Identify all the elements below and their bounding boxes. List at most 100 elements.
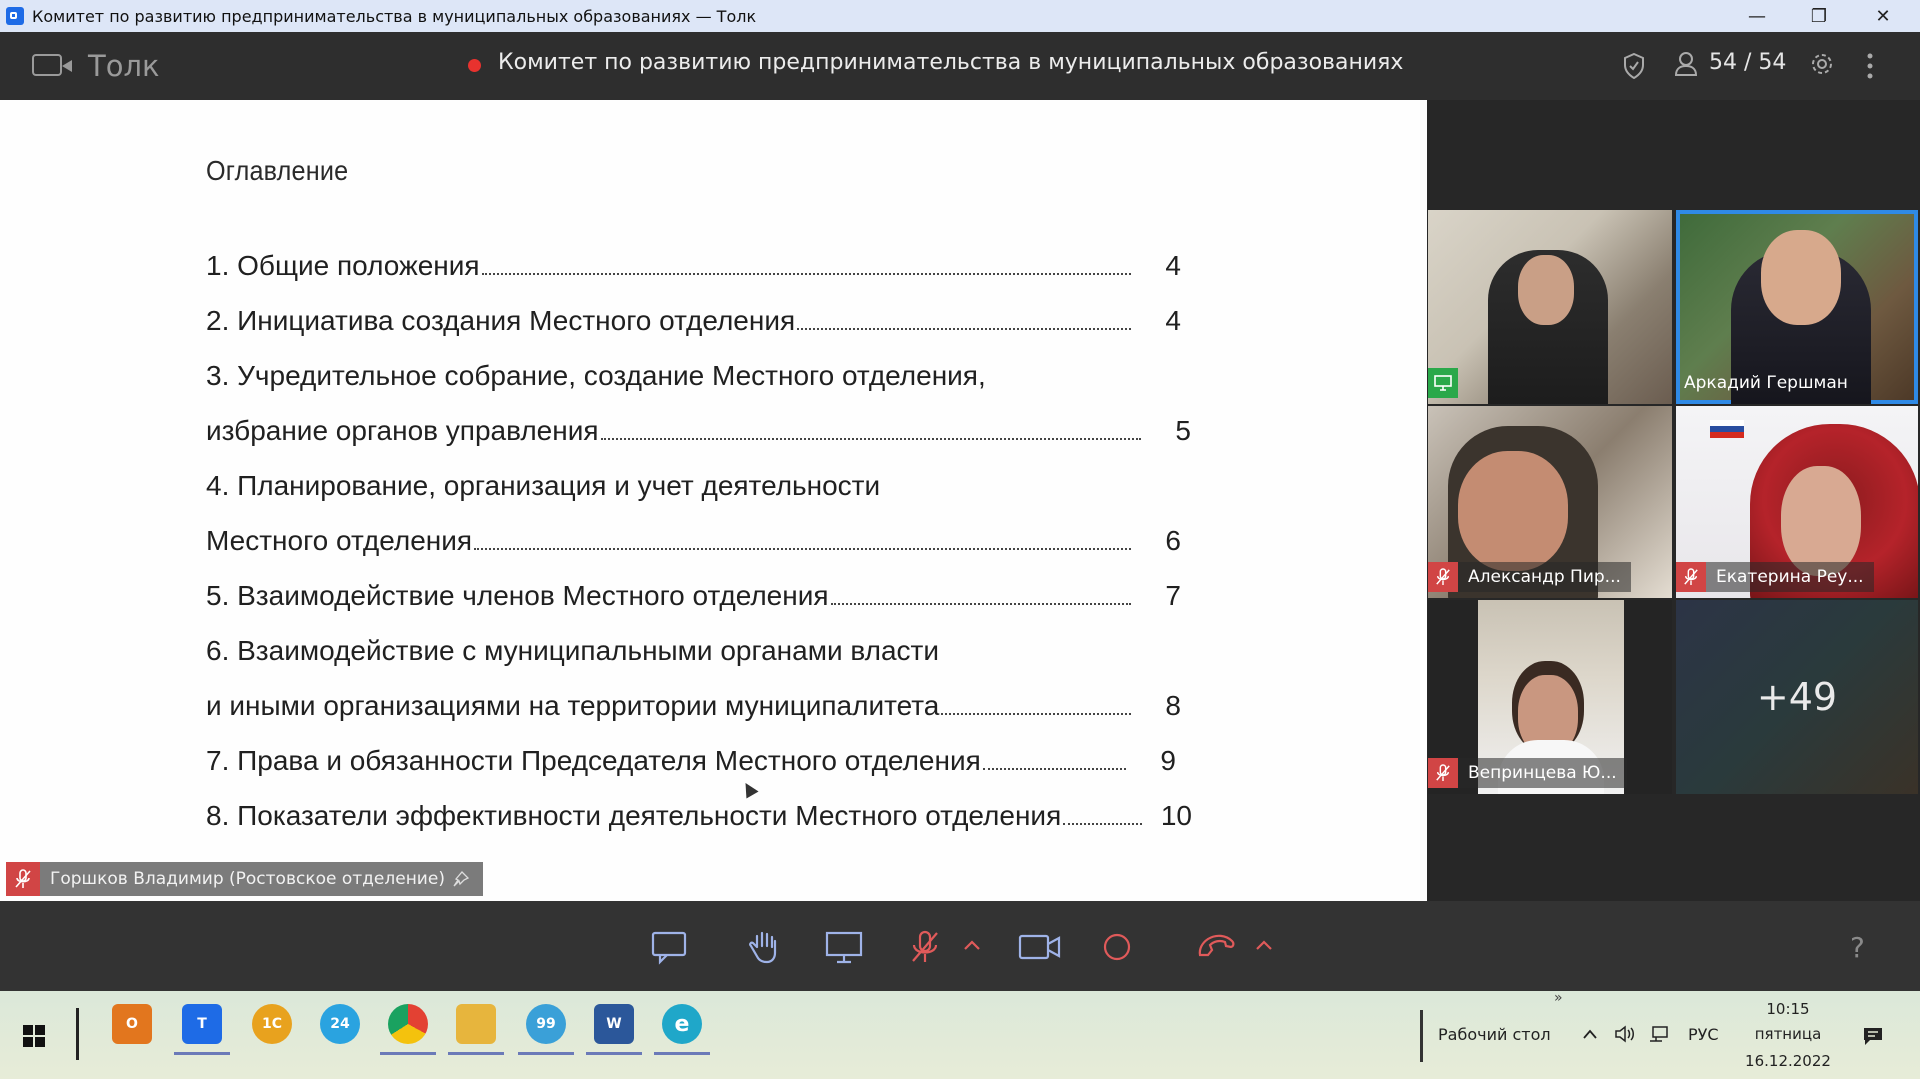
hang-up-options-chevron-icon[interactable] (1254, 929, 1274, 965)
toc-item: 8. Показатели эффективности деятельности… (206, 800, 1192, 832)
raise-hand-icon[interactable] (745, 929, 785, 965)
participants-icon[interactable] (1674, 51, 1700, 77)
toc-leader (982, 767, 1126, 770)
participant-tile[interactable] (1428, 210, 1672, 404)
toc-item: и иными организациями на территории муни… (206, 690, 1181, 722)
toc-item-text: 2. Инициатива создания Местного отделени… (206, 305, 796, 336)
messenger-app-icon[interactable]: 99 (526, 1004, 566, 1044)
running-app-indicator (448, 1052, 504, 1055)
screen-share-icon[interactable] (824, 929, 864, 965)
toc-item-text: Местного отделения (206, 525, 473, 556)
toc-item-text: 5. Взаимодействие членов Местного отделе… (206, 580, 829, 611)
toc-item-page: 5 (1175, 415, 1191, 446)
conference-title: Комитет по развитию предпринимательства … (498, 50, 1404, 75)
participants-panel: Аркадий Гершман Александр Пир... Екатери… (1427, 100, 1920, 901)
toc-leader (797, 327, 1131, 330)
participant-tile[interactable]: Веприн­цева Ю... (1428, 600, 1672, 794)
participant-name: Аркадий Гершман (1684, 373, 1848, 393)
bitrix24-app-icon[interactable]: 24 (320, 1004, 360, 1044)
edge-app-icon[interactable]: e (662, 1004, 702, 1044)
clock-weekday[interactable]: пятница (1738, 1025, 1838, 1043)
restore-button[interactable]: ❐ (1788, 0, 1850, 32)
participant-label: Александр Пир... (1428, 562, 1631, 592)
toc-leader (830, 602, 1131, 605)
toc-item-page: 10 (1160, 800, 1192, 831)
mic-off-icon (1676, 562, 1706, 592)
toc-leader (1063, 822, 1142, 825)
1c-app-icon[interactable]: 1С (252, 1004, 292, 1044)
word-app-icon[interactable]: W (594, 1004, 634, 1044)
toc-item-page: 4 (1165, 250, 1181, 281)
toc-item-text: и иными организациями на территории муни… (206, 690, 940, 721)
pin-icon[interactable] (453, 871, 469, 887)
help-button[interactable]: ? (1850, 931, 1865, 964)
toc-item-text: 3. Учредительное собрание, создание Мест… (206, 360, 986, 391)
windows-start-icon[interactable] (22, 1024, 46, 1048)
desktop-toolbar-label[interactable]: Рабочий стол (1438, 1025, 1551, 1044)
participant-label: Веприн­цева Ю... (1428, 758, 1627, 788)
toc-item: 2. Инициатива создания Местного отделени… (206, 305, 1181, 337)
close-button[interactable]: ✕ (1852, 0, 1914, 32)
outlook-app-icon[interactable]: O (112, 1004, 152, 1044)
hang-up-icon[interactable] (1196, 929, 1240, 965)
input-language[interactable]: РУС (1688, 1025, 1719, 1044)
participant-tile[interactable]: Екатерина Реу... (1676, 406, 1918, 598)
record-icon[interactable] (1097, 929, 1137, 965)
toc-item: 4. Планирование, организация и учет деят… (206, 470, 880, 502)
toc-item-text: 6. Взаимодействие с муниципальными орган… (206, 635, 939, 666)
toc-item: 7. Права и обязанности Председателя Мест… (206, 745, 1176, 777)
notifications-icon[interactable] (1862, 1025, 1884, 1047)
microphone-off-icon[interactable] (905, 929, 945, 965)
participant-tile-active[interactable]: Аркадий Гершман (1676, 210, 1918, 404)
flag-logo (1710, 420, 1744, 438)
mouse-cursor-icon (739, 779, 759, 799)
minimize-button[interactable]: — (1726, 0, 1788, 32)
os-window-titlebar: Комитет по развитию предпринимательства … (0, 0, 1920, 32)
mic-off-icon (1428, 562, 1458, 592)
participant-tile[interactable]: Александр Пир... (1428, 406, 1672, 598)
more-participants-tile[interactable]: +49 (1676, 600, 1918, 794)
volume-icon[interactable] (1614, 1025, 1636, 1043)
document-heading: Оглавление (206, 155, 349, 186)
participant-name: Екатерина Реу... (1716, 567, 1864, 587)
chrome-app-icon[interactable] (388, 1004, 428, 1044)
camera-icon[interactable] (1018, 929, 1062, 965)
app-header: Толк Комитет по развитию предприниматель… (0, 32, 1920, 100)
participant-face (1518, 255, 1574, 325)
toc-item-text: 8. Показатели эффективности деятельности… (206, 800, 1062, 831)
participant-label (1428, 368, 1478, 398)
participant-face (1781, 466, 1861, 576)
network-icon[interactable] (1648, 1025, 1670, 1043)
shield-check-icon[interactable] (1623, 53, 1645, 79)
chat-icon[interactable] (650, 929, 690, 965)
active-speaker-tag: Горшков Владимир (Ростовское отделение) (6, 862, 483, 896)
toc-item-text: 4. Планирование, организация и учет деят… (206, 470, 881, 501)
tolk-app-icon[interactable]: T (182, 1004, 222, 1044)
running-app-indicator (654, 1052, 710, 1055)
mic-off-icon (1428, 758, 1458, 788)
toolbar-expand-icon[interactable]: » (1554, 990, 1563, 1006)
toc-item: 1. Общие положения 4 (206, 250, 1181, 282)
file-explorer-icon[interactable] (456, 1004, 496, 1044)
participant-label: Екатерина Реу... (1676, 562, 1874, 592)
tray-chevron-up-icon[interactable] (1582, 1027, 1598, 1041)
toc-item: Местного отделения 6 (206, 525, 1181, 557)
gear-icon[interactable] (1809, 51, 1835, 77)
toc-leader (474, 547, 1131, 550)
microphone-options-chevron-icon[interactable] (962, 929, 982, 965)
clock-time[interactable]: 10:15 (1738, 1000, 1838, 1018)
toc-item-text: 7. Права и обязанности Председателя Мест… (206, 745, 981, 776)
clock-date[interactable]: 16.12.2022 (1738, 1052, 1838, 1070)
toc-item-text: 1. Общие положения (206, 250, 480, 281)
speaker-name: Горшков Владимир (Ростовское отделение) (50, 869, 445, 889)
more-vertical-icon[interactable] (1866, 52, 1874, 80)
app-name: Толк (88, 49, 160, 83)
running-app-indicator (518, 1052, 574, 1055)
taskbar-divider (1420, 1010, 1423, 1062)
running-app-indicator (586, 1052, 642, 1055)
more-participants-count: +49 (1756, 675, 1838, 719)
toc-item: 6. Взаимодействие с муниципальными орган… (206, 635, 939, 667)
participants-count[interactable]: 54 / 54 (1709, 50, 1786, 75)
toc-item-page: 9 (1160, 745, 1176, 776)
shared-screen-document: Оглавление 1. Общие положения 4 2. Иници… (0, 100, 1427, 901)
